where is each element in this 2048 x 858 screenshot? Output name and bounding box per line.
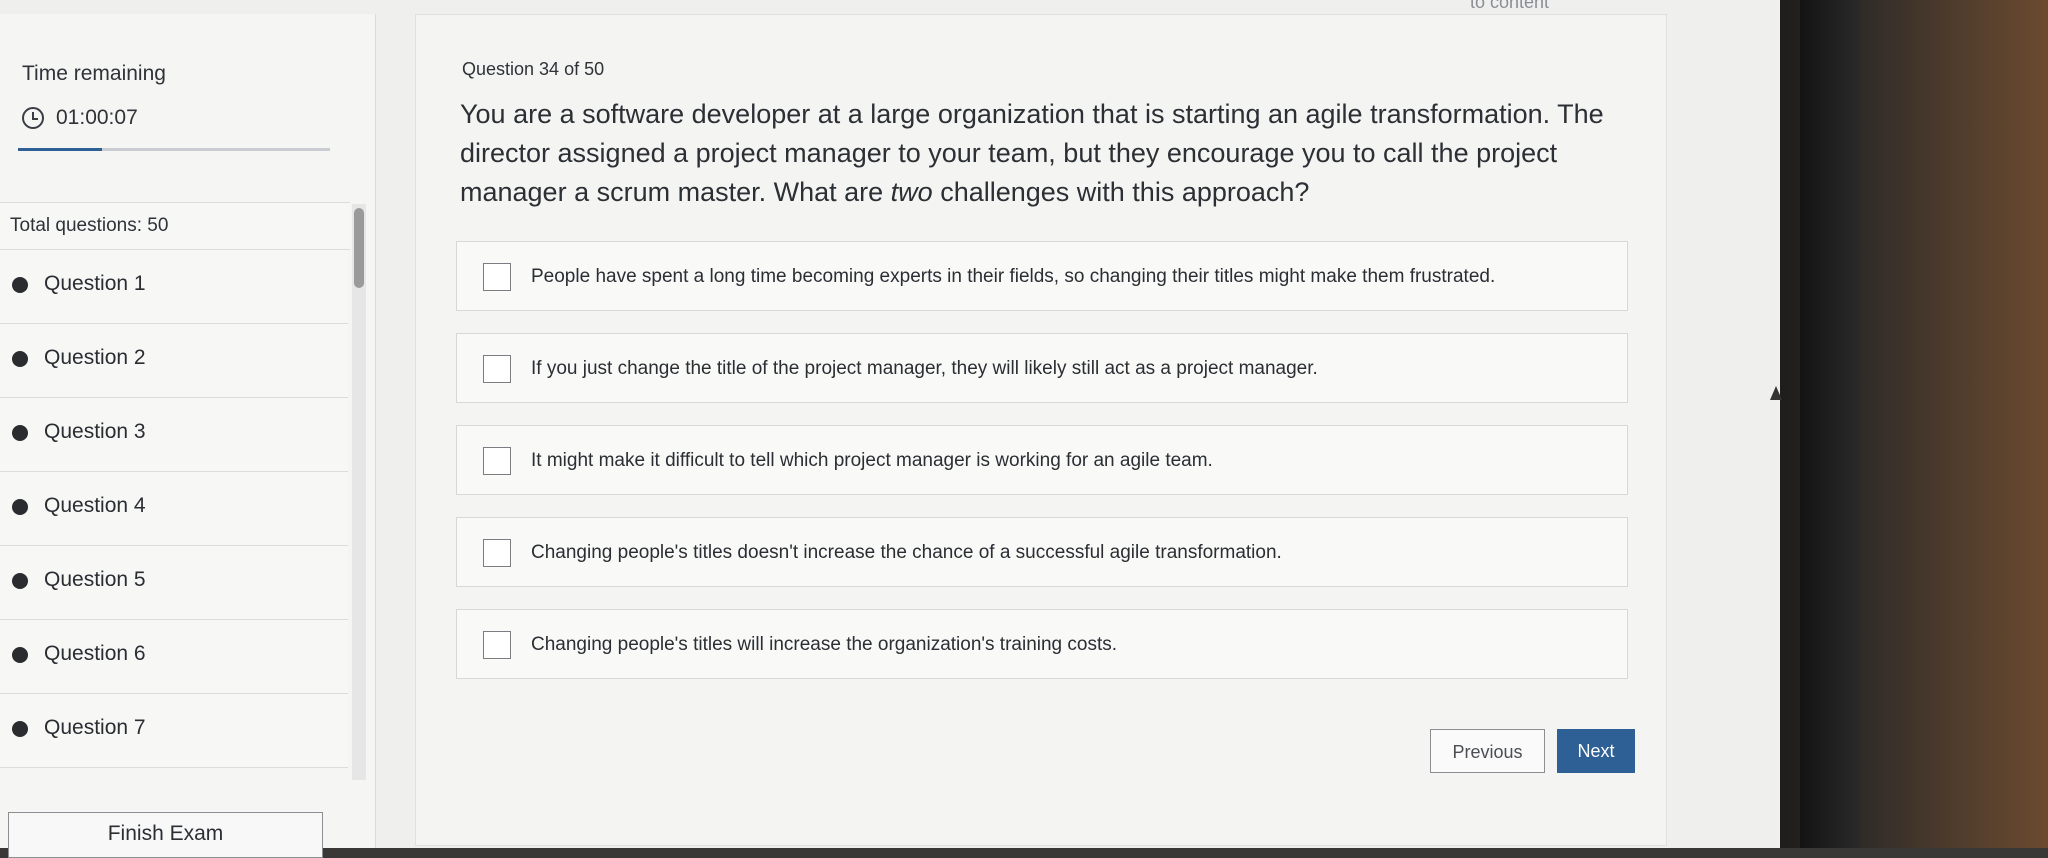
scrollbar-thumb[interactable]: [354, 208, 364, 288]
previous-button[interactable]: Previous: [1430, 729, 1545, 773]
question-list-item[interactable]: Question 2: [0, 324, 348, 398]
checkbox[interactable]: [483, 263, 511, 291]
next-button[interactable]: Next: [1557, 729, 1635, 773]
question-panel: Question 34 of 50 You are a software dev…: [415, 14, 1667, 846]
checkbox[interactable]: [483, 447, 511, 475]
answer-option-text: It might make it difficult to tell which…: [531, 450, 1213, 471]
question-list-label: Question 3: [44, 420, 146, 443]
answer-option-text: People have spent a long time becoming e…: [531, 266, 1496, 287]
question-list-item[interactable]: Question 6: [0, 620, 348, 694]
timer-row: 01:00:07: [22, 106, 138, 130]
mouse-cursor-icon: [1770, 386, 1782, 400]
answer-option[interactable]: People have spent a long time becoming e…: [456, 241, 1628, 311]
checkbox[interactable]: [483, 539, 511, 567]
answered-dot-icon: [12, 647, 28, 663]
question-list-label: Question 5: [44, 568, 146, 591]
question-list-label: Question 7: [44, 716, 146, 739]
checkbox[interactable]: [483, 631, 511, 659]
question-text: You are a software developer at a large …: [460, 95, 1610, 212]
checkbox[interactable]: [483, 355, 511, 383]
total-questions-row: Total questions: 50: [0, 202, 350, 250]
question-list-label: Question 6: [44, 642, 146, 665]
answer-option[interactable]: If you just change the title of the proj…: [456, 333, 1628, 403]
time-progress-fill: [18, 148, 103, 151]
answer-option-text: If you just change the title of the proj…: [531, 358, 1318, 379]
question-list-scrollbar[interactable]: [352, 204, 366, 780]
exam-screen: to content Time remaining 01:00:07 Total…: [0, 0, 1790, 858]
clock-icon: [22, 107, 44, 129]
answer-option-text: Changing people's titles will increase t…: [531, 634, 1118, 655]
answered-dot-icon: [12, 573, 28, 589]
question-list-item[interactable]: Question 3: [0, 398, 348, 472]
question-list-item[interactable]: Question 7: [0, 694, 348, 768]
monitor-edge: [1800, 0, 1860, 848]
question-list: Question 1 Question 2 Question 3 Questio…: [0, 250, 348, 768]
answer-option[interactable]: It might make it difficult to tell which…: [456, 425, 1628, 495]
time-remaining-value: 01:00:07: [56, 106, 138, 129]
question-list-label: Question 2: [44, 346, 146, 369]
answered-dot-icon: [12, 499, 28, 515]
time-remaining-label: Time remaining: [22, 62, 166, 85]
question-text-part: challenges with this approach?: [932, 177, 1310, 207]
finish-exam-button[interactable]: Finish Exam: [8, 812, 323, 858]
answer-option[interactable]: Changing people's titles will increase t…: [456, 609, 1628, 679]
answered-dot-icon: [12, 277, 28, 293]
answer-options: People have spent a long time becoming e…: [456, 241, 1628, 701]
answer-option[interactable]: Changing people's titles doesn't increas…: [456, 517, 1628, 587]
answered-dot-icon: [12, 721, 28, 737]
answered-dot-icon: [12, 425, 28, 441]
question-list-item[interactable]: Question 1: [0, 250, 348, 324]
question-navigation: Previous Next: [1430, 729, 1635, 773]
answered-dot-icon: [12, 351, 28, 367]
question-counter: Question 34 of 50: [462, 59, 605, 79]
question-list-item[interactable]: Question 4: [0, 472, 348, 546]
question-list-label: Question 1: [44, 272, 146, 295]
question-list-item[interactable]: Question 5: [0, 546, 348, 620]
exam-sidebar: Time remaining 01:00:07 Total questions:…: [0, 14, 376, 858]
question-text-emphasis: two: [890, 177, 933, 207]
total-questions-label: Total questions: 50: [10, 215, 169, 236]
time-progress-bar: [18, 148, 330, 151]
answer-option-text: Changing people's titles doesn't increas…: [531, 542, 1282, 563]
skip-to-content-link[interactable]: to content: [1470, 0, 1549, 13]
question-list-label: Question 4: [44, 494, 146, 517]
